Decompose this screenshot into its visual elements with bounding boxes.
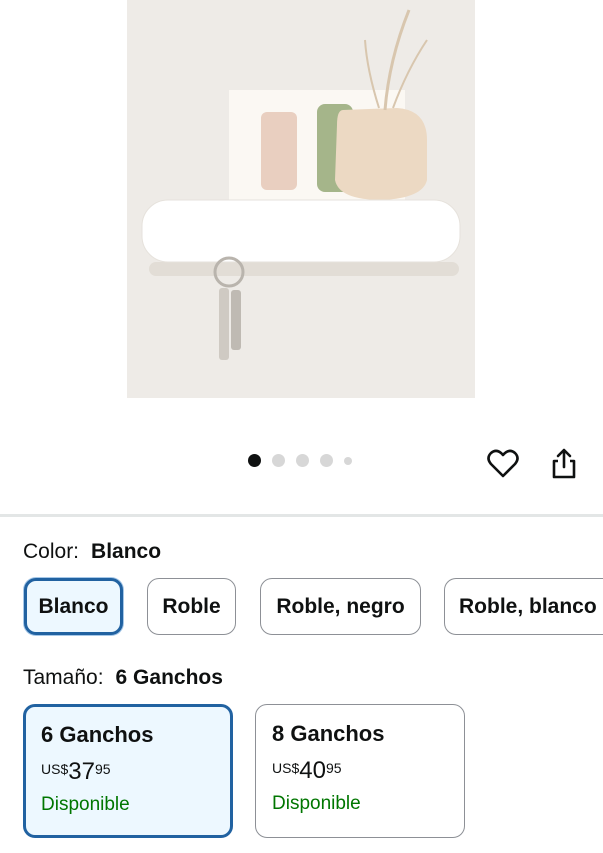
selected-size: 6 Ganchos — [115, 666, 223, 689]
price-whole: 40 — [299, 757, 326, 784]
color-option-label: Blanco — [38, 594, 109, 618]
page-dot-2[interactable] — [272, 454, 285, 467]
size-option-8-ganchos[interactable]: 8 Ganchos US$ 40 95 Disponible — [255, 704, 465, 838]
color-option-label: Roble, negro — [276, 594, 405, 618]
size-option-price: US$ 37 95 — [41, 758, 215, 786]
share-button[interactable] — [547, 446, 581, 480]
price-currency: US$ — [41, 761, 69, 777]
color-option-roble-negro[interactable]: Roble, negro — [260, 578, 421, 635]
heart-icon — [487, 449, 519, 478]
page-dot-5[interactable] — [344, 456, 352, 465]
page-dot-3[interactable] — [296, 454, 309, 467]
section-divider — [0, 514, 603, 517]
color-option-roble[interactable]: Roble — [147, 578, 236, 635]
price-whole: 37 — [68, 758, 95, 785]
selected-color: Blanco — [91, 540, 162, 563]
availability-status: Disponible — [41, 794, 130, 815]
color-option-label: Roble, blanco — [459, 594, 597, 618]
size-option-name: 6 Ganchos — [41, 722, 154, 747]
product-photo — [127, 0, 475, 398]
price-fraction: 95 — [325, 760, 342, 776]
size-option-price: US$ 40 95 — [272, 757, 448, 785]
color-option-blanco[interactable]: Blanco — [24, 578, 123, 635]
image-pagination[interactable] — [248, 454, 352, 467]
size-label-row: Tamaño: 6 Ganchos — [23, 666, 223, 690]
availability-status: Disponible — [272, 793, 361, 814]
color-option-roble-blanco[interactable]: Roble, blanco — [444, 578, 603, 635]
page-dot-1[interactable] — [248, 454, 261, 467]
color-label: Color: — [23, 540, 80, 563]
color-option-label: Roble — [162, 594, 221, 618]
price-currency: US$ — [272, 760, 300, 776]
favorite-button[interactable] — [486, 446, 520, 480]
price-fraction: 95 — [94, 761, 111, 777]
size-option-name: 8 Ganchos — [272, 721, 385, 746]
page-dot-4[interactable] — [320, 454, 333, 467]
share-icon — [552, 448, 576, 479]
product-image[interactable] — [127, 0, 475, 398]
size-option-6-ganchos[interactable]: 6 Ganchos US$ 37 95 Disponible — [23, 704, 233, 838]
size-label: Tamaño: — [23, 666, 104, 689]
color-label-row: Color: Blanco — [23, 540, 161, 564]
